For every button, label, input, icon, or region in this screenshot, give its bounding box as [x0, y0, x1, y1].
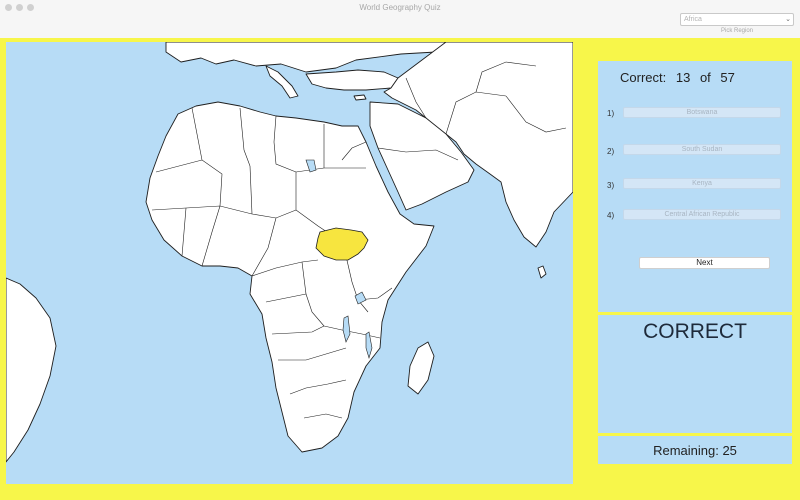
remaining-text: Remaining: 25	[653, 443, 737, 458]
option-button-3[interactable]: Kenya	[623, 178, 781, 189]
result-panel: CORRECT	[598, 315, 792, 433]
score-line: Correct: 13 of 57	[620, 70, 741, 85]
option-button-4[interactable]: Central African Republic	[623, 209, 781, 220]
remaining-panel: Remaining: 25	[598, 436, 792, 464]
quiz-panel: Correct: 13 of 57 1) Botswana 2) South S…	[598, 61, 792, 312]
total-count: 57	[720, 70, 735, 85]
result-text: CORRECT	[643, 320, 747, 343]
region-select[interactable]: Africa ⌄	[680, 13, 794, 26]
correct-label: Correct:	[620, 70, 667, 85]
chevron-updown-icon: ⌄	[785, 16, 791, 23]
cyprus-landmass	[353, 94, 367, 101]
turkey-landmass	[305, 69, 399, 91]
option-number-1: 1)	[607, 109, 615, 118]
option-number-3: 3)	[607, 181, 615, 190]
of-label: of	[699, 70, 711, 85]
option-number-2: 2)	[607, 147, 615, 156]
next-button[interactable]: Next	[639, 257, 770, 269]
map-svg	[6, 42, 573, 463]
option-button-1[interactable]: Botswana	[623, 107, 781, 118]
window-title: World Geography Quiz	[359, 3, 441, 12]
south-america-landmass	[6, 277, 57, 463]
pick-region-label: Pick Region	[720, 28, 753, 34]
europe-landmass	[165, 42, 447, 73]
italy-landmass	[265, 65, 299, 99]
option-button-2[interactable]: South Sudan	[623, 144, 781, 155]
africa-map	[6, 42, 573, 484]
correct-count: 13	[675, 70, 691, 85]
madagascar-landmass	[407, 341, 435, 395]
region-select-value: Africa	[684, 16, 702, 23]
quiz-content: Correct: 13 of 57 1) Botswana 2) South S…	[0, 38, 800, 500]
option-number-4: 4)	[607, 211, 615, 220]
sri-lanka-landmass	[537, 265, 547, 279]
title-bar: World Geography Quiz Africa ⌄ Pick Regio…	[0, 0, 800, 38]
